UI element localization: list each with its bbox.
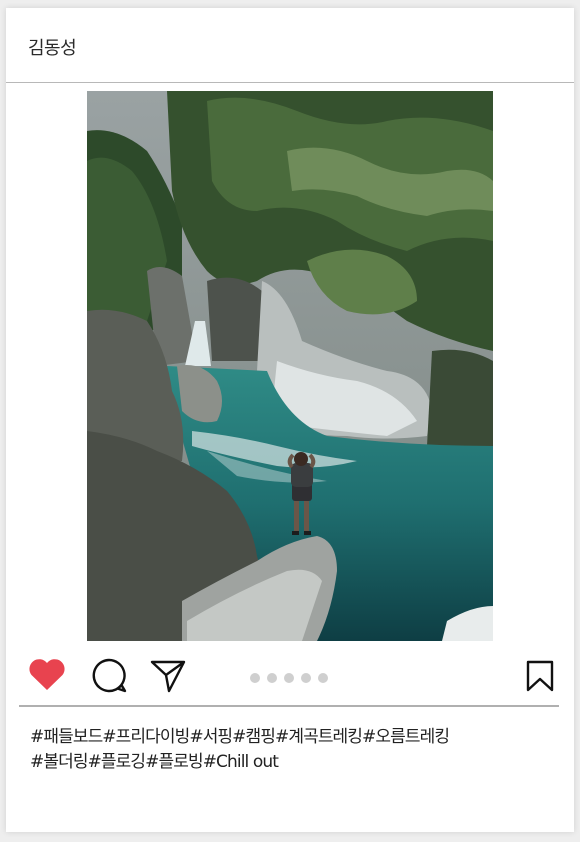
caption-line-2[interactable]: #볼더링#플로깅#플로빙#Chill out (30, 750, 560, 775)
post-header: 김동성 (6, 8, 574, 83)
action-bar (6, 648, 574, 706)
heart-icon[interactable] (28, 658, 66, 692)
carousel-dot[interactable] (301, 673, 311, 683)
carousel-dot[interactable] (250, 673, 260, 683)
divider (19, 705, 559, 707)
carousel-dot[interactable] (318, 673, 328, 683)
carousel-dot[interactable] (267, 673, 277, 683)
bookmark-icon[interactable] (525, 659, 555, 693)
photo-illustration (87, 91, 493, 641)
carousel-indicator (250, 673, 335, 683)
paper-plane-icon[interactable] (149, 657, 187, 695)
carousel-dot[interactable] (284, 673, 294, 683)
comment-icon[interactable] (90, 657, 128, 695)
post-card: 김동성 #패들보드#프리다이빙#서핑#캠핑#계곡트레킹#오름트레킹 #볼더링#플… (6, 8, 574, 832)
caption: #패들보드#프리다이빙#서핑#캠핑#계곡트레킹#오름트레킹 #볼더링#플로깅#플… (30, 725, 560, 775)
username[interactable]: 김동성 (28, 34, 77, 60)
caption-line-1[interactable]: #패들보드#프리다이빙#서핑#캠핑#계곡트레킹#오름트레킹 (30, 725, 560, 750)
post-photo[interactable] (87, 91, 493, 641)
